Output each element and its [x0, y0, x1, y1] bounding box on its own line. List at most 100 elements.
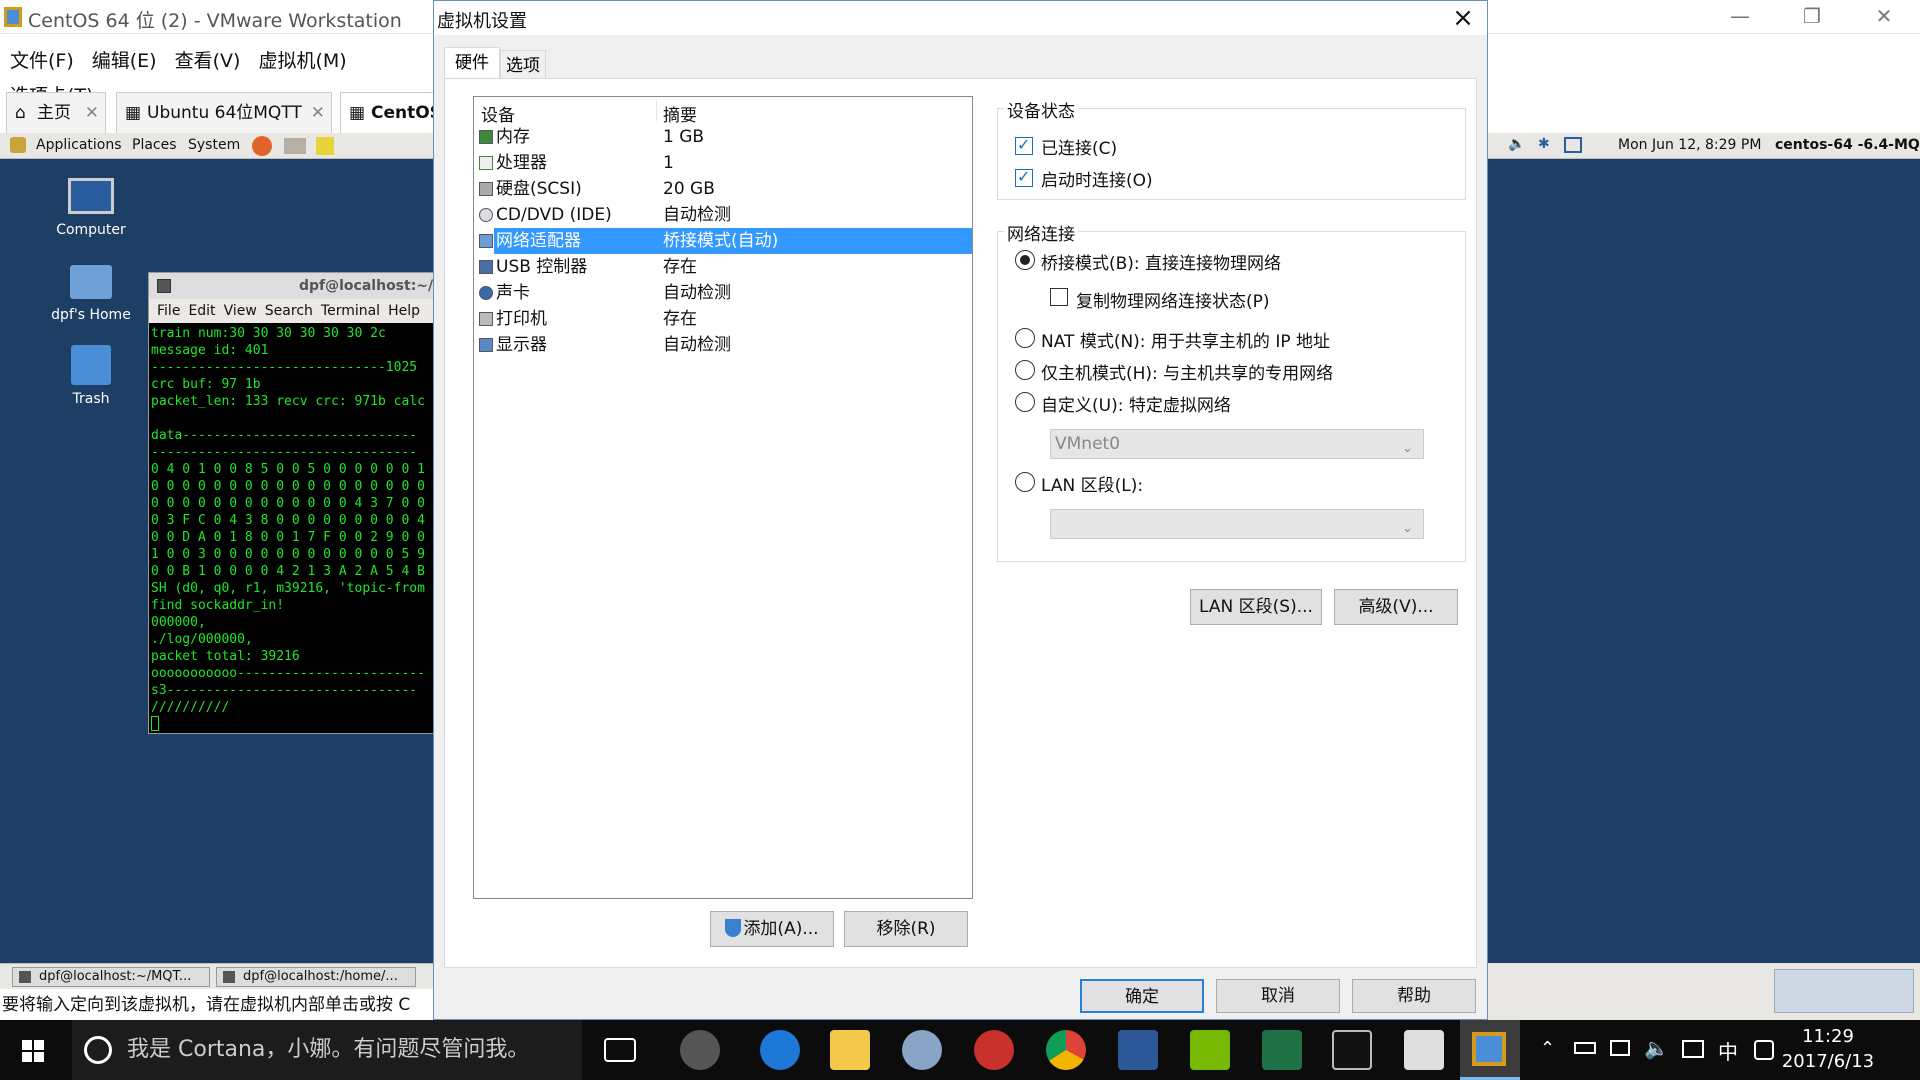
- menu-system[interactable]: System: [188, 137, 240, 153]
- replicate-state-label[interactable]: 复制物理网络连接状态(P): [1076, 287, 1270, 312]
- nvidia-icon[interactable]: [1190, 1030, 1230, 1070]
- vmware-taskbar-item[interactable]: [1460, 1020, 1520, 1080]
- edge-browser-icon[interactable]: [760, 1030, 800, 1070]
- battery-icon[interactable]: [1574, 1042, 1596, 1054]
- firefox-icon[interactable]: [252, 136, 272, 156]
- menu-file[interactable]: 文件(F): [10, 46, 74, 73]
- custom-label[interactable]: 自定义(U): 特定虚拟网络: [1041, 391, 1231, 416]
- minimize-button[interactable]: —: [1712, 0, 1768, 34]
- guest-task-terminal-2[interactable]: dpf@localhost:/home/...: [216, 967, 416, 987]
- menu-view[interactable]: 查看(V): [175, 46, 241, 73]
- desktop-icon-trash[interactable]: Trash: [36, 345, 146, 407]
- menu-edit[interactable]: 编辑(E): [92, 46, 157, 73]
- notification-icon[interactable]: [1682, 1040, 1704, 1058]
- device-row-usb[interactable]: USB 控制器 存在: [474, 254, 972, 280]
- maximize-button[interactable]: ❐: [1784, 0, 1840, 34]
- network-tool-icon[interactable]: [902, 1030, 942, 1070]
- menu-applications[interactable]: Applications: [36, 137, 122, 153]
- device-row-printer[interactable]: 打印机 存在: [474, 306, 972, 332]
- desktop-icon-computer[interactable]: Computer: [36, 178, 146, 238]
- file-explorer-icon[interactable]: [830, 1030, 870, 1070]
- close-icon[interactable]: ✕: [85, 93, 99, 133]
- tab-hardware[interactable]: 硬件: [444, 47, 500, 80]
- desktop-icon-home[interactable]: dpf's Home: [36, 265, 146, 323]
- bluetooth-icon[interactable]: ✱: [1538, 136, 1550, 152]
- nat-label[interactable]: NAT 模式(N): 用于共享主机的 IP 地址: [1041, 327, 1330, 352]
- task-view-icon[interactable]: [604, 1038, 636, 1062]
- chrome-icon[interactable]: [1046, 1030, 1086, 1070]
- excel-icon[interactable]: [1262, 1030, 1302, 1070]
- advanced-button[interactable]: 高级(V)...: [1334, 589, 1458, 625]
- volume-icon[interactable]: 🔈: [1508, 136, 1525, 152]
- ime-indicator[interactable]: 中: [1718, 1036, 1738, 1065]
- terminal-menu-terminal[interactable]: Terminal: [321, 303, 380, 319]
- device-list[interactable]: 设备 摘要 内存 1 GB 处理器 1 硬盘(SCSI) 20 GB CD/DVD (…: [473, 96, 973, 899]
- terminal-output[interactable]: train num:30 30 30 30 30 30 2c message id…: [151, 325, 434, 731]
- bridged-label[interactable]: 桥接模式(B): 直接连接物理网络: [1041, 249, 1281, 274]
- network-icon[interactable]: [1610, 1040, 1630, 1056]
- remove-device-button[interactable]: 移除(R): [844, 911, 968, 947]
- terminal-menu-search[interactable]: Search: [265, 303, 313, 319]
- terminal-menu-view[interactable]: View: [224, 303, 257, 319]
- weibo-icon[interactable]: [974, 1030, 1014, 1070]
- guest-clock[interactable]: Mon Jun 12, 8:29 PM: [1618, 137, 1761, 153]
- volume-icon[interactable]: 🔈: [1644, 1036, 1669, 1060]
- replicate-state-checkbox[interactable]: [1050, 288, 1068, 306]
- tab-ubuntu[interactable]: ▦ Ubuntu 64位MQTT ✕: [116, 92, 332, 134]
- connected-checkbox[interactable]: [1015, 135, 1033, 155]
- lan-segment-radio[interactable]: [1015, 472, 1035, 492]
- windows-start-icon[interactable]: [22, 1040, 44, 1062]
- tray-chevron-icon[interactable]: ⌃: [1540, 1038, 1555, 1059]
- close-window-button[interactable]: ✕: [1856, 0, 1912, 34]
- terminal-menu-help[interactable]: Help: [388, 303, 420, 319]
- terminal-line: 0 0 0 0 0 0 0 0 0 0 0 0 0 0 0 0 0 0: [151, 479, 425, 494]
- host-only-label[interactable]: 仅主机模式(H): 与主机共享的专用网络: [1041, 359, 1333, 384]
- lan-segment-label[interactable]: LAN 区段(L):: [1041, 471, 1143, 496]
- connect-at-power-on-label[interactable]: 启动时连接(O): [1041, 166, 1153, 191]
- notes-icon[interactable]: [316, 137, 334, 155]
- device-row-memory[interactable]: 内存 1 GB: [474, 124, 972, 150]
- device-row-hdd[interactable]: 硬盘(SCSI) 20 GB: [474, 176, 972, 202]
- connect-at-power-on-checkbox[interactable]: [1015, 167, 1033, 187]
- java-icon[interactable]: [1404, 1030, 1444, 1070]
- help-button[interactable]: 帮助: [1352, 979, 1476, 1013]
- pinwheel-app-icon[interactable]: [680, 1030, 720, 1070]
- custom-network-select[interactable]: VMnet0 ⌄: [1050, 429, 1424, 459]
- system-clock[interactable]: 11:29 2017/6/13: [1768, 1024, 1888, 1074]
- column-summary[interactable]: 摘要: [663, 101, 697, 126]
- terminal-menu-edit[interactable]: Edit: [188, 303, 215, 319]
- nat-radio[interactable]: [1015, 328, 1035, 348]
- terminal-line: ------------------------------1025: [151, 360, 418, 375]
- terminal-menu-file[interactable]: File: [157, 303, 180, 319]
- custom-radio[interactable]: [1015, 392, 1035, 412]
- device-row-display[interactable]: 显示器 自动检测: [474, 332, 972, 358]
- network-icon[interactable]: [1564, 137, 1582, 153]
- tab-centos[interactable]: ▦ CentOS: [340, 92, 442, 134]
- mail-icon[interactable]: [284, 138, 306, 154]
- word-icon[interactable]: [1118, 1030, 1158, 1070]
- connected-label[interactable]: 已连接(C): [1041, 134, 1117, 159]
- menu-places[interactable]: Places: [132, 137, 177, 153]
- device-row-sound[interactable]: 声卡 自动检测: [474, 280, 972, 306]
- device-row-processor[interactable]: 处理器 1: [474, 150, 972, 176]
- host-only-radio[interactable]: [1015, 360, 1035, 380]
- ime-toolbar[interactable]: [1774, 969, 1914, 1013]
- lan-segment-select[interactable]: ⌄: [1050, 509, 1424, 539]
- close-icon[interactable]: ✕: [311, 93, 325, 133]
- tab-options[interactable]: 选项: [500, 50, 546, 79]
- terminal-window[interactable]: dpf@localhost:~/I File Edit View Search Term…: [148, 272, 438, 734]
- menu-vm[interactable]: 虚拟机(M): [258, 46, 346, 73]
- ok-button[interactable]: 确定: [1080, 979, 1204, 1013]
- column-device[interactable]: 设备: [481, 101, 515, 126]
- lan-segments-button[interactable]: LAN 区段(S)...: [1190, 589, 1322, 625]
- guest-task-terminal-1[interactable]: dpf@localhost:~/MQT...: [12, 967, 210, 987]
- add-device-button[interactable]: 添加(A)...: [710, 911, 834, 947]
- device-row-network[interactable]: 网络适配器 桥接模式(自动): [479, 228, 972, 254]
- cortana-search-box[interactable]: 我是 Cortana，小娜。有问题尽管问我。: [72, 1020, 582, 1080]
- device-row-cdrom[interactable]: CD/DVD (IDE) 自动检测: [474, 202, 972, 228]
- tab-home[interactable]: ⌂ 主页 ✕: [6, 92, 106, 134]
- close-icon[interactable]: ×: [1440, 1, 1486, 35]
- cancel-button[interactable]: 取消: [1216, 979, 1340, 1013]
- cmd-icon[interactable]: [1332, 1030, 1372, 1070]
- bridged-radio[interactable]: [1015, 250, 1035, 270]
